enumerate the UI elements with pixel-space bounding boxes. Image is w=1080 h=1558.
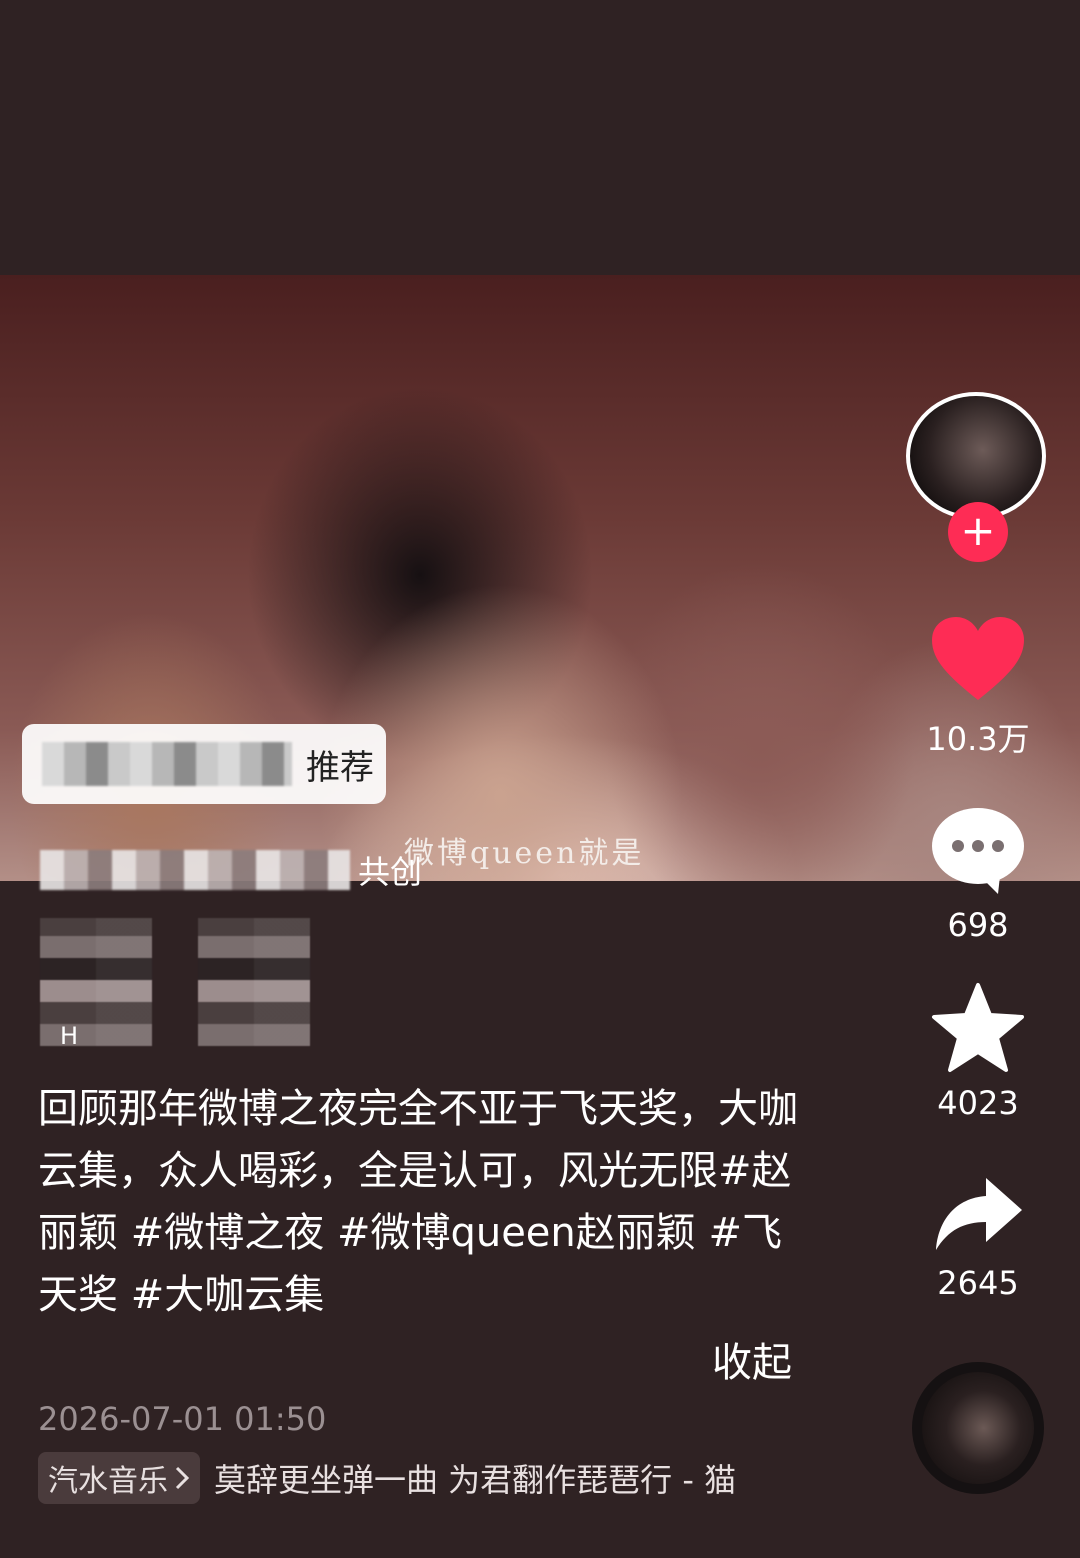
post-description: 回顾那年微博之夜完全不亚于飞天奖，大咖云集，众人喝彩，全是认可，风光无限#赵丽颖…: [38, 1086, 798, 1318]
creator-avatar[interactable]: [198, 918, 310, 1046]
avatar: [40, 918, 152, 1046]
music-bar[interactable]: 汽水音乐 莫辞更坐弹一曲 为君翻作琵琶行 - 猫: [38, 1452, 794, 1504]
comment-icon: [932, 808, 1024, 894]
chevron-right-icon: [175, 1466, 190, 1490]
music-app-label: 汽水音乐: [48, 1464, 168, 1499]
post-timestamp: 2026-07-01 01:50: [38, 1400, 327, 1438]
comment-count: 698: [947, 906, 1009, 944]
like-button[interactable]: 10.3万: [906, 614, 1050, 760]
music-title: 莫辞更坐弹一曲 为君翻作琵琶行 - 猫: [214, 1461, 737, 1499]
avatar: [906, 392, 1046, 520]
heart-icon: [932, 617, 1024, 700]
author-avatar[interactable]: +: [906, 392, 1050, 562]
avatar: [198, 918, 310, 1046]
creator-avatar[interactable]: H: [40, 918, 152, 1050]
cocreate-bar[interactable]: 共创: [40, 846, 440, 894]
music-disc-icon[interactable]: [912, 1362, 1044, 1494]
like-count: 10.3万: [926, 720, 1030, 758]
music-app-tag[interactable]: 汽水音乐: [38, 1452, 200, 1504]
share-icon: [936, 1178, 1022, 1250]
follow-plus-icon: +: [960, 506, 996, 555]
cocreate-label: 共创: [358, 853, 423, 891]
favorite-button[interactable]: 4023: [906, 982, 1050, 1122]
favorite-count: 4023: [937, 1084, 1019, 1122]
share-button[interactable]: 2645: [906, 1174, 1050, 1302]
creator-name: H: [60, 1022, 79, 1050]
blurred-name: [42, 742, 292, 786]
video-subtitle: 微博queen就是: [404, 836, 645, 871]
creator-list: H: [40, 918, 310, 1050]
share-count: 2645: [937, 1264, 1019, 1302]
collapse-button[interactable]: 收起: [712, 1330, 792, 1388]
star-icon: [932, 983, 1024, 1072]
recommend-tag[interactable]: 推荐: [22, 724, 386, 804]
follow-button[interactable]: +: [948, 502, 1008, 562]
recommend-label: 推荐: [306, 747, 374, 788]
blurred-creators: [40, 850, 350, 890]
comment-button[interactable]: 698: [906, 804, 1050, 944]
